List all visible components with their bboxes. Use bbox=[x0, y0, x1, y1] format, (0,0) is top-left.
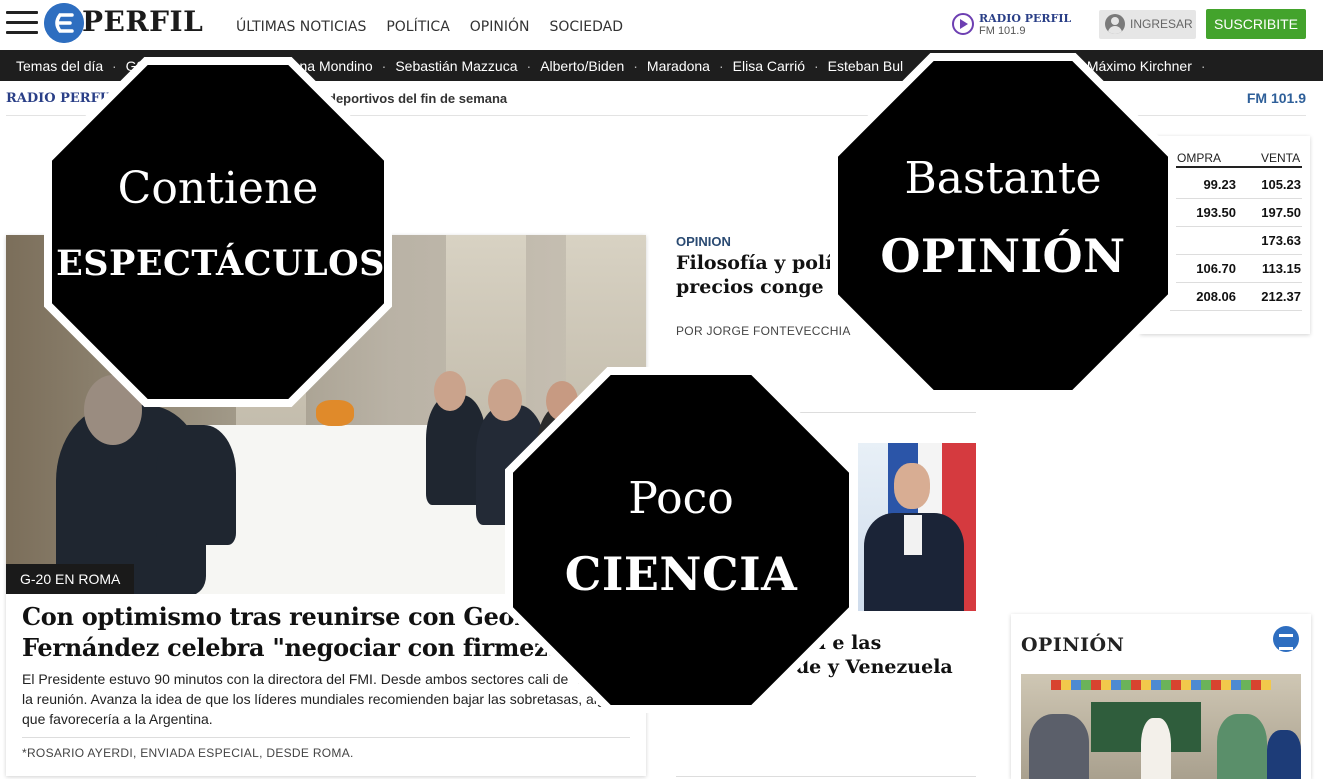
sticker-ciencia: Poco CIENCIA bbox=[505, 367, 857, 713]
sticker-line2: OPINIÓN bbox=[880, 229, 1126, 283]
macron-article-photo[interactable] bbox=[858, 443, 976, 611]
login-label: INGRESAR bbox=[1130, 17, 1193, 31]
lead-article-tag[interactable]: G-20 EN ROMA bbox=[6, 564, 135, 594]
sticker-line1: Bastante bbox=[904, 153, 1102, 204]
sticker-line2: CIENCIA bbox=[564, 547, 798, 601]
sticker-line2: ESPECTÁCULOS bbox=[56, 243, 385, 284]
divider bbox=[676, 776, 976, 777]
currency-buy: 208.06 bbox=[1196, 289, 1236, 304]
perfil-logo-icon bbox=[44, 3, 84, 43]
opinion-article-section[interactable]: OPINION bbox=[676, 234, 731, 249]
currency-sell: 197.50 bbox=[1261, 205, 1301, 220]
separator: · bbox=[633, 58, 638, 74]
nav-politica[interactable]: POLÍTICA bbox=[386, 19, 449, 35]
currency-buy: 99.23 bbox=[1203, 177, 1236, 192]
radio-name: RADIO PERFIL bbox=[979, 12, 1072, 25]
currency-buy: 106.70 bbox=[1196, 261, 1236, 276]
trending-item[interactable]: Sebastián Mazzuca bbox=[395, 58, 517, 74]
sticker-line1: Poco bbox=[628, 473, 734, 524]
play-circle-icon bbox=[952, 13, 974, 35]
separator: · bbox=[718, 58, 724, 74]
divider bbox=[22, 737, 630, 738]
radio-frequency: FM 101.9 bbox=[979, 25, 1026, 37]
currency-col-buy: OMPRA bbox=[1177, 151, 1222, 165]
currency-sell: 212.37 bbox=[1261, 289, 1301, 304]
octagon-badge-icon bbox=[830, 53, 1176, 398]
opinion-widget: OPINIÓN bbox=[1011, 614, 1311, 779]
currency-sell: 105.23 bbox=[1261, 177, 1301, 192]
logo-text: PERFIL bbox=[82, 5, 204, 38]
site-header: PERFIL ÚLTIMAS NOTICIAS POLÍTICA OPINIÓN… bbox=[0, 0, 1323, 50]
currency-sell: 113.15 bbox=[1261, 261, 1301, 276]
login-button[interactable]: INGRESAR bbox=[1099, 10, 1196, 39]
currency-buy: 193.50 bbox=[1196, 205, 1236, 220]
radio-strip-frequency: FM 101.9 bbox=[1246, 90, 1306, 106]
separator: · bbox=[1200, 58, 1206, 74]
nav-ultimas-noticias[interactable]: ÚLTIMAS NOTICIAS bbox=[236, 19, 366, 35]
divider bbox=[1170, 166, 1302, 168]
lead-article-byline: *ROSARIO AYERDI, ENVIADA ESPECIAL, DESDE… bbox=[22, 746, 354, 760]
sticker-opinion: Bastante OPINIÓN bbox=[830, 53, 1176, 398]
hamburger-icon[interactable] bbox=[6, 11, 38, 35]
trending-item[interactable]: Alberto/Biden bbox=[540, 58, 624, 74]
main-nav: ÚLTIMAS NOTICIAS POLÍTICA OPINIÓN SOCIED… bbox=[236, 19, 623, 35]
nav-opinion[interactable]: OPINIÓN bbox=[470, 19, 530, 35]
sticker-espectaculos: Contiene ESPECTÁCULOS bbox=[44, 57, 392, 407]
radio-perfil-button[interactable]: RADIO PERFIL FM 101.9 bbox=[950, 11, 1090, 39]
opinion-widget-title[interactable]: OPINIÓN bbox=[1021, 634, 1124, 656]
user-avatar-icon bbox=[1105, 14, 1125, 34]
separator: · bbox=[814, 58, 819, 74]
octagon-badge-icon bbox=[44, 57, 392, 407]
sticker-line1: Contiene bbox=[117, 163, 319, 214]
site-logo[interactable]: PERFIL bbox=[44, 3, 220, 43]
currency-col-sell: VENTA bbox=[1261, 151, 1301, 165]
currency-sell: 173.63 bbox=[1261, 233, 1301, 248]
subscribe-button[interactable]: SUSCRIBITE bbox=[1206, 9, 1306, 39]
opinion-widget-photo[interactable] bbox=[1021, 674, 1301, 779]
trending-item[interactable]: Maradona bbox=[647, 58, 710, 74]
perfil-logo-icon bbox=[1273, 626, 1299, 652]
octagon-badge-icon bbox=[505, 367, 857, 713]
trending-item[interactable]: Elisa Carrió bbox=[733, 58, 805, 74]
separator: · bbox=[526, 58, 532, 74]
nav-sociedad[interactable]: SOCIEDAD bbox=[549, 19, 623, 35]
opinion-article-byline: POR JORGE FONTEVECCHIA bbox=[676, 324, 851, 338]
